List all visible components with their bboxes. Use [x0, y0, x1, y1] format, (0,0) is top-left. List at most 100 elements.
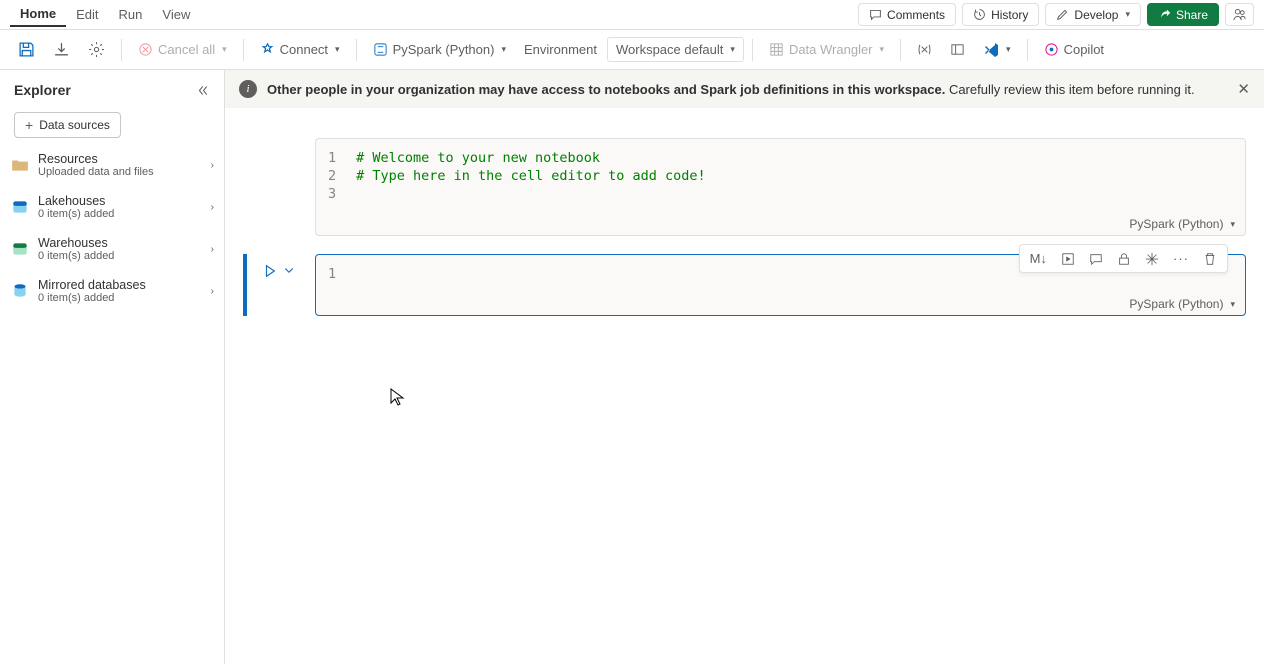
tab-home[interactable]: Home — [10, 2, 66, 27]
people-icon — [1232, 7, 1247, 22]
chevron-down-icon — [283, 264, 295, 276]
cell-language-selector[interactable]: PySpark (Python) ▾ — [1129, 297, 1235, 311]
share-label: Share — [1176, 8, 1208, 22]
run-group-button[interactable] — [1055, 247, 1081, 270]
develop-label: Develop — [1074, 8, 1118, 22]
explorer-item-subtitle: 0 item(s) added — [38, 208, 203, 220]
outline-button[interactable] — [942, 38, 973, 61]
delete-cell-button[interactable] — [1197, 247, 1223, 270]
explorer-item-subtitle: 0 item(s) added — [38, 250, 203, 262]
more-cell-actions-button[interactable]: ··· — [1167, 247, 1195, 270]
explorer-title: Explorer — [14, 82, 71, 98]
vscode-icon — [983, 42, 999, 58]
python-icon — [373, 42, 388, 57]
notebook-content: i Other people in your organization may … — [225, 70, 1264, 664]
develop-button[interactable]: Develop ▾ — [1045, 3, 1141, 26]
chevron-down-icon: ▾ — [880, 44, 885, 55]
settings-button[interactable] — [80, 37, 113, 62]
cell-selected-indicator — [243, 254, 247, 316]
lock-cell-button[interactable] — [1111, 247, 1137, 270]
people-button[interactable] — [1225, 3, 1254, 26]
data-sources-label: Data sources — [39, 118, 110, 132]
cell-language-label: PySpark (Python) — [1129, 217, 1223, 231]
tab-edit[interactable]: Edit — [66, 3, 108, 26]
cell-toolbar: M↓ ··· — [1019, 244, 1228, 273]
chevron-down-icon: ▾ — [222, 44, 227, 55]
data-wrangler-label: Data Wrangler — [789, 42, 873, 57]
chevron-left-icon — [197, 84, 210, 97]
outline-icon — [950, 42, 965, 57]
comment-icon — [869, 8, 882, 21]
cell-gutter — [243, 254, 315, 316]
gear-icon — [88, 41, 105, 58]
cancel-all-button[interactable]: Cancel all ▾ — [130, 38, 235, 61]
info-banner: i Other people in your organization may … — [225, 70, 1264, 108]
run-below-icon — [1061, 252, 1075, 266]
explorer-panel: Explorer + Data sources Resources Upload… — [0, 70, 225, 664]
cell-language-selector[interactable]: PySpark (Python) ▾ — [1129, 217, 1235, 231]
explorer-item-warehouses[interactable]: Warehouses 0 item(s) added › — [0, 228, 224, 270]
chevron-down-icon: ▾ — [501, 44, 506, 55]
data-wrangler-button[interactable]: Data Wrangler ▾ — [761, 38, 892, 61]
code-cell[interactable]: 123 # Welcome to your new notebook # Typ… — [243, 138, 1246, 236]
copilot-button[interactable]: Copilot — [1036, 38, 1112, 61]
download-button[interactable] — [45, 37, 78, 62]
tab-view[interactable]: View — [152, 3, 200, 26]
explorer-item-lakehouses[interactable]: Lakehouses 0 item(s) added › — [0, 186, 224, 228]
variables-icon — [917, 42, 932, 57]
code-editor[interactable]: 123 # Welcome to your new notebook # Typ… — [316, 139, 1245, 213]
explorer-item-title: Lakehouses — [38, 194, 203, 208]
line-numbers: 1 — [328, 265, 356, 283]
line-numbers: 123 — [328, 149, 356, 203]
table-icon — [769, 42, 784, 57]
collapse-explorer-button[interactable] — [197, 84, 210, 97]
chevron-right-icon: › — [211, 244, 214, 255]
convert-to-markdown-button[interactable]: M↓ — [1024, 247, 1053, 270]
vscode-button[interactable]: ▾ — [975, 38, 1019, 62]
save-button[interactable] — [10, 37, 43, 62]
plus-icon: + — [25, 117, 33, 133]
code-cell[interactable]: M↓ ··· — [243, 254, 1246, 316]
banner-rest-text: Carefully review this item before runnin… — [949, 82, 1195, 97]
cancel-all-label: Cancel all — [158, 42, 215, 57]
main-area: Explorer + Data sources Resources Upload… — [0, 70, 1264, 664]
environment-value: Workspace default — [616, 42, 723, 57]
explorer-item-title: Mirrored databases — [38, 278, 203, 292]
explorer-item-resources[interactable]: Resources Uploaded data and files › — [0, 144, 224, 186]
comment-cell-button[interactable] — [1083, 247, 1109, 270]
share-button[interactable]: Share — [1147, 3, 1219, 26]
chevron-down-icon: ▾ — [1230, 299, 1235, 310]
chevron-down-icon: ▾ — [730, 44, 735, 55]
snowflake-icon — [1145, 252, 1159, 266]
connect-icon — [260, 42, 275, 57]
history-button[interactable]: History — [962, 3, 1039, 26]
copilot-label: Copilot — [1064, 42, 1104, 57]
environment-selector[interactable]: Workspace default ▾ — [607, 37, 744, 62]
variables-button[interactable] — [909, 38, 940, 61]
save-icon — [18, 41, 35, 58]
tab-run[interactable]: Run — [109, 3, 153, 26]
play-icon — [263, 264, 277, 278]
chevron-right-icon: › — [211, 202, 214, 213]
run-cell-button[interactable] — [263, 264, 277, 278]
run-cell-menu-button[interactable] — [283, 264, 295, 276]
comments-button[interactable]: Comments — [858, 3, 956, 26]
history-label: History — [991, 8, 1028, 22]
explorer-item-subtitle: Uploaded data and files — [38, 166, 203, 178]
chevron-down-icon: ▾ — [1125, 9, 1130, 20]
explorer-item-mirrored-databases[interactable]: Mirrored databases 0 item(s) added › — [0, 270, 224, 312]
freeze-cell-button[interactable] — [1139, 247, 1165, 270]
close-banner-button[interactable]: ✕ — [1237, 80, 1250, 98]
banner-bold-text: Other people in your organization may ha… — [267, 82, 945, 97]
info-icon: i — [239, 80, 257, 98]
lock-icon — [1117, 252, 1131, 266]
data-sources-button[interactable]: + Data sources — [14, 112, 121, 138]
connect-button[interactable]: Connect ▾ — [252, 38, 348, 61]
kernel-selector[interactable]: PySpark (Python) ▾ — [365, 38, 514, 61]
history-icon — [973, 8, 986, 21]
explorer-item-subtitle: 0 item(s) added — [38, 292, 203, 304]
cell-gutter — [243, 138, 315, 236]
copilot-icon — [1044, 42, 1059, 57]
share-icon — [1158, 8, 1171, 21]
kernel-label: PySpark (Python) — [393, 42, 495, 57]
